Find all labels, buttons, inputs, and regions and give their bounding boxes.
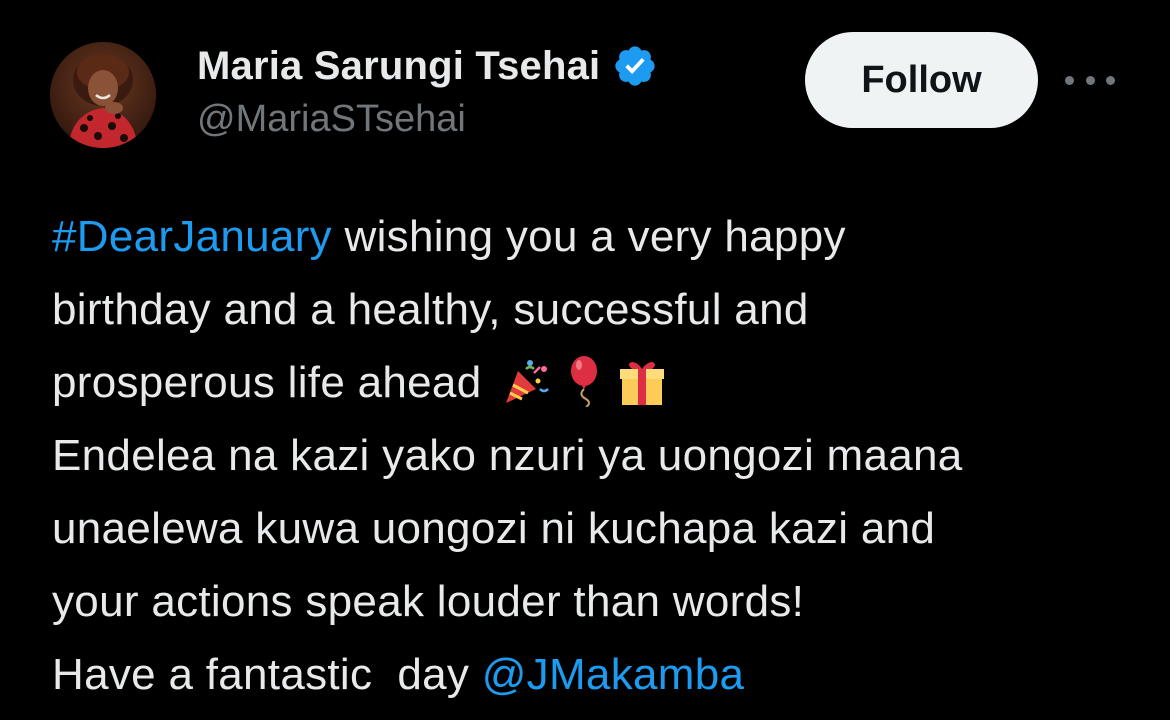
more-dot [1065, 75, 1074, 85]
verified-badge-icon[interactable] [612, 43, 658, 89]
tweet-line: prosperous life ahead [52, 346, 1132, 419]
party-popper-icon [500, 355, 552, 407]
tweet-line: Endelea na kazi yako nzuri ya uongozi ma… [52, 431, 963, 480]
follow-button[interactable]: Follow [805, 32, 1038, 128]
tweet-line: your actions speak louder than words! [52, 577, 805, 626]
tweet-line: birthday and a healthy, successful and [52, 285, 809, 334]
author-display-name[interactable]: Maria Sarungi Tsehai [197, 44, 600, 89]
tweet-line: Have a fantastic day @JMakamba [52, 638, 1132, 711]
tweet-text-segment: wishing you a very happy [331, 212, 846, 261]
tweet-text-segment: prosperous life ahead [52, 358, 495, 407]
author-handle[interactable]: @MariaSTsehai [197, 98, 466, 141]
balloon-icon [558, 355, 610, 407]
hashtag-link[interactable]: #DearJanuary [52, 212, 332, 261]
gift-icon [616, 355, 668, 407]
tweet-text: #DearJanuary wishing you a very happy bi… [52, 200, 1132, 711]
tweet-line: unaelewa kuwa uongozi ni kuchapa kazi an… [52, 504, 936, 553]
more-dot [1085, 75, 1095, 85]
author-name-row: Maria Sarungi Tsehai [197, 38, 658, 94]
tweet-text-segment: Have a fantastic day [52, 650, 482, 699]
mention-link[interactable]: @JMakamba [482, 650, 745, 699]
more-dot [1106, 75, 1115, 85]
tweet-line: #DearJanuary wishing you a very happy [52, 200, 1132, 273]
more-options-icon[interactable] [1065, 60, 1115, 100]
tweet-card: Maria Sarungi Tsehai @MariaSTsehai Follo… [0, 0, 1170, 720]
author-avatar[interactable] [50, 42, 156, 148]
profile-photo [50, 42, 156, 148]
